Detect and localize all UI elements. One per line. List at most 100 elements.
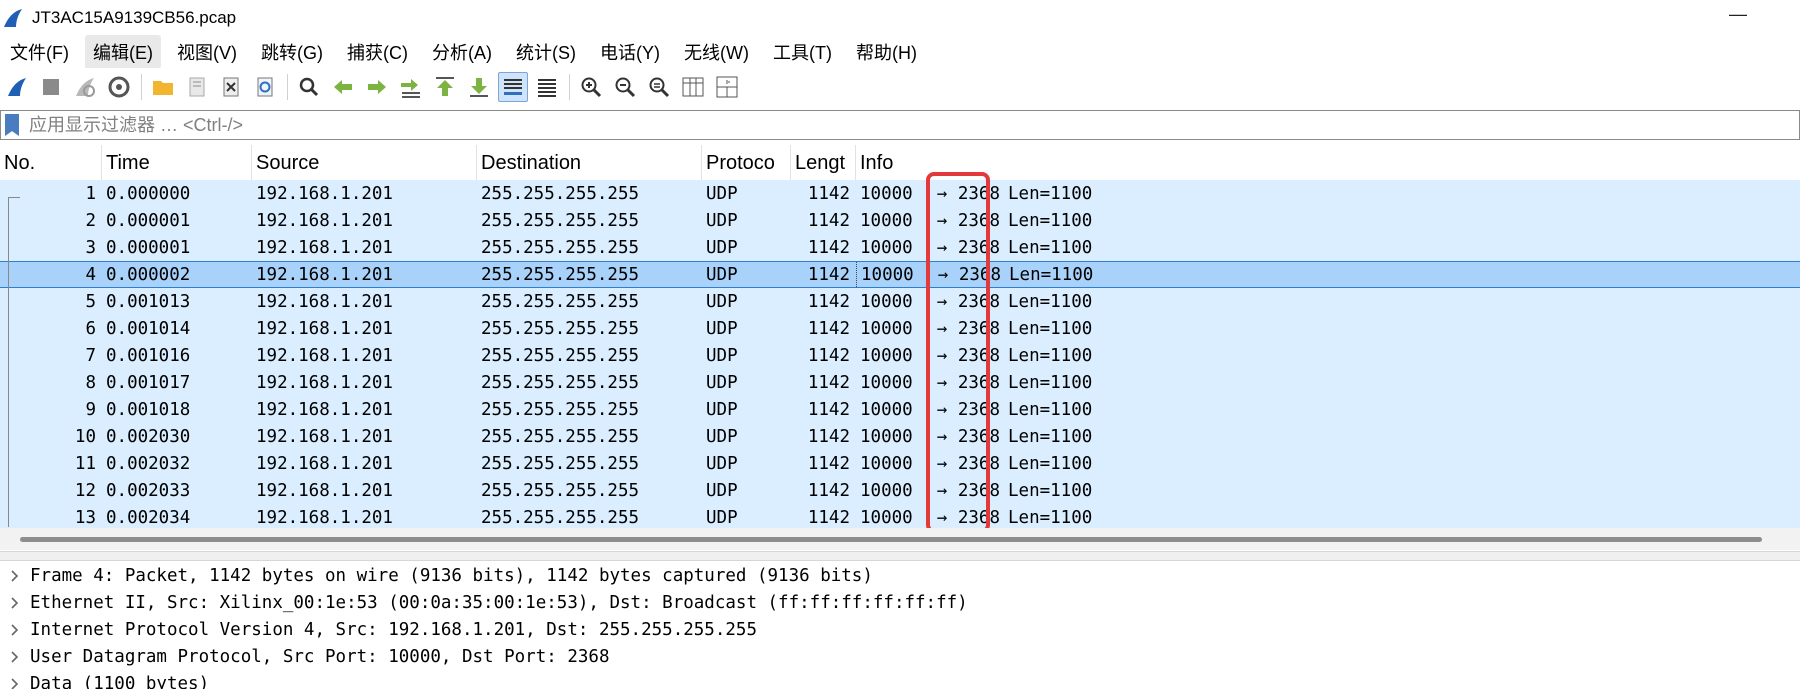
packet-no: 10 bbox=[74, 426, 96, 447]
detail-tree-item[interactable]: Ethernet II, Src: Xilinx_00:1e:53 (00:0a… bbox=[0, 589, 1800, 616]
stop-capture-icon[interactable] bbox=[36, 72, 66, 102]
info-dst-port: 2368 bbox=[957, 183, 1000, 204]
open-file-icon[interactable] bbox=[148, 72, 178, 102]
menu-go[interactable]: 跳转(G) bbox=[253, 35, 331, 69]
packet-destination: 255.255.255.255 bbox=[481, 291, 640, 312]
menu-wireless[interactable]: 无线(W) bbox=[676, 35, 757, 69]
packet-time: 0.001013 bbox=[106, 291, 191, 312]
packet-row[interactable]: 1 0.000000 192.168.1.201 255.255.255.255 UDP… bbox=[0, 180, 1800, 207]
auto-scroll-icon[interactable] bbox=[498, 72, 528, 102]
packet-row[interactable]: 5 0.001013 192.168.1.201 255.255.255.255 UDP… bbox=[0, 288, 1800, 315]
reload-file-icon[interactable] bbox=[250, 72, 280, 102]
packet-length: 1142 bbox=[807, 372, 850, 393]
filter-bookmark-icon[interactable] bbox=[5, 114, 19, 136]
packet-time: 0.000001 bbox=[106, 237, 191, 258]
column-header-info[interactable]: Info bbox=[856, 145, 1800, 181]
menu-view[interactable]: 视图(V) bbox=[169, 35, 245, 69]
packet-time: 0.000000 bbox=[106, 183, 191, 204]
start-capture-icon[interactable] bbox=[2, 72, 32, 102]
find-packet-icon[interactable] bbox=[294, 72, 324, 102]
packet-row[interactable]: 4 0.000002 192.168.1.201 255.255.255.255 UDP… bbox=[0, 261, 1800, 288]
packet-row[interactable]: 11 0.002032 192.168.1.201 255.255.255.255 UD… bbox=[0, 450, 1800, 477]
menu-statistics[interactable]: 统计(S) bbox=[508, 35, 584, 69]
go-back-icon[interactable] bbox=[328, 72, 358, 102]
info-arrow: → bbox=[936, 480, 948, 501]
layout-icon[interactable] bbox=[712, 72, 742, 102]
packet-protocol: UDP bbox=[706, 291, 738, 312]
packet-row[interactable]: 2 0.000001 192.168.1.201 255.255.255.255 UDP… bbox=[0, 207, 1800, 234]
last-packet-icon[interactable] bbox=[464, 72, 494, 102]
menu-telephony[interactable]: 电话(Y) bbox=[592, 35, 668, 69]
chevron-right-icon[interactable] bbox=[0, 596, 30, 610]
detail-tree-item[interactable]: Internet Protocol Version 4, Src: 192.16… bbox=[0, 616, 1800, 643]
colorize-icon[interactable] bbox=[532, 72, 562, 102]
minimize-button[interactable]: — bbox=[1726, 4, 1750, 25]
toolbar-separator bbox=[287, 74, 288, 100]
chevron-right-icon[interactable] bbox=[0, 623, 30, 637]
info-arrow: → bbox=[936, 426, 948, 447]
menu-analyze[interactable]: 分析(A) bbox=[424, 35, 500, 69]
detail-tree-item[interactable]: Data (1100 bytes) bbox=[0, 670, 1800, 689]
chevron-right-icon[interactable] bbox=[0, 650, 30, 664]
column-header-time[interactable]: Time bbox=[102, 145, 252, 181]
detail-tree-item[interactable]: Frame 4: Packet, 1142 bytes on wire (913… bbox=[0, 562, 1800, 589]
chevron-right-icon[interactable] bbox=[0, 569, 30, 583]
zoom-in-icon[interactable] bbox=[576, 72, 606, 102]
pane-splitter[interactable] bbox=[0, 551, 1800, 561]
conversation-start-tick bbox=[8, 197, 20, 198]
packet-destination: 255.255.255.255 bbox=[481, 480, 640, 501]
packet-row[interactable]: 9 0.001018 192.168.1.201 255.255.255.255 UDP… bbox=[0, 396, 1800, 423]
menu-tools[interactable]: 工具(T) bbox=[765, 35, 840, 69]
chevron-right-icon[interactable] bbox=[0, 677, 30, 689]
packet-protocol: UDP bbox=[706, 210, 738, 231]
go-to-packet-icon[interactable] bbox=[396, 72, 426, 102]
packet-protocol: UDP bbox=[706, 345, 738, 366]
packet-row[interactable]: 8 0.001017 192.168.1.201 255.255.255.255 UDP… bbox=[0, 369, 1800, 396]
display-filter-bar bbox=[0, 110, 1800, 140]
menu-edit[interactable]: 编辑(E) bbox=[84, 35, 161, 69]
save-file-icon[interactable] bbox=[182, 72, 212, 102]
packet-list-hscrollbar[interactable] bbox=[0, 528, 1800, 550]
column-header-no[interactable]: No. bbox=[0, 145, 102, 181]
first-packet-icon[interactable] bbox=[430, 72, 460, 102]
resize-columns-icon[interactable] bbox=[678, 72, 708, 102]
column-header-destination[interactable]: Destination bbox=[477, 145, 702, 181]
packet-destination: 255.255.255.255 bbox=[481, 453, 640, 474]
packet-source: 192.168.1.201 bbox=[256, 507, 393, 528]
hscrollbar-thumb[interactable] bbox=[20, 537, 1762, 542]
column-header-source[interactable]: Source bbox=[252, 145, 477, 181]
detail-tree-item[interactable]: User Datagram Protocol, Src Port: 10000,… bbox=[0, 643, 1800, 670]
info-detail: Len=1100 bbox=[1008, 291, 1093, 312]
packet-list[interactable]: 1 0.000000 192.168.1.201 255.255.255.255 UDP… bbox=[0, 180, 1800, 528]
packet-time: 0.001017 bbox=[106, 372, 191, 393]
zoom-normal-icon[interactable] bbox=[644, 72, 674, 102]
info-src-port: 10000 bbox=[860, 507, 913, 528]
capture-options-icon[interactable] bbox=[104, 72, 134, 102]
window-title: JT3AC15A9139CB56.pcap bbox=[32, 8, 237, 27]
packet-destination: 255.255.255.255 bbox=[481, 264, 640, 285]
packet-row[interactable]: 3 0.000001 192.168.1.201 255.255.255.255 UDP… bbox=[0, 234, 1800, 261]
packet-row[interactable]: 6 0.001014 192.168.1.201 255.255.255.255 UDP… bbox=[0, 315, 1800, 342]
packet-length: 1142 bbox=[807, 480, 850, 501]
column-header-length[interactable]: Lengt bbox=[791, 145, 856, 181]
packet-row[interactable]: 10 0.002030 192.168.1.201 255.255.255.255 UD… bbox=[0, 423, 1800, 450]
go-forward-icon[interactable] bbox=[362, 72, 392, 102]
packet-protocol: UDP bbox=[706, 264, 738, 285]
restart-capture-icon[interactable] bbox=[70, 72, 100, 102]
menu-capture[interactable]: 捕获(C) bbox=[339, 35, 416, 69]
packet-row[interactable]: 13 0.002034 192.168.1.201 255.255.255.255 UD… bbox=[0, 504, 1800, 528]
packet-length: 1142 bbox=[807, 291, 850, 312]
packet-length: 1142 bbox=[807, 426, 850, 447]
zoom-out-icon[interactable] bbox=[610, 72, 640, 102]
packet-row[interactable]: 12 0.002033 192.168.1.201 255.255.255.255 UD… bbox=[0, 477, 1800, 504]
info-src-port: 10000 bbox=[860, 480, 913, 501]
menu-help[interactable]: 帮助(H) bbox=[848, 35, 925, 69]
menu-file[interactable]: 文件(F) bbox=[2, 35, 77, 69]
close-file-icon[interactable] bbox=[216, 72, 246, 102]
display-filter-input[interactable] bbox=[29, 114, 1729, 136]
column-header-protocol[interactable]: Protoco bbox=[702, 145, 791, 181]
packet-time: 0.001014 bbox=[106, 318, 191, 339]
packet-row[interactable]: 7 0.001016 192.168.1.201 255.255.255.255 UDP… bbox=[0, 342, 1800, 369]
packet-info: 10000 → 2368 Len=1100 bbox=[856, 450, 1092, 477]
conversation-line bbox=[8, 197, 9, 527]
